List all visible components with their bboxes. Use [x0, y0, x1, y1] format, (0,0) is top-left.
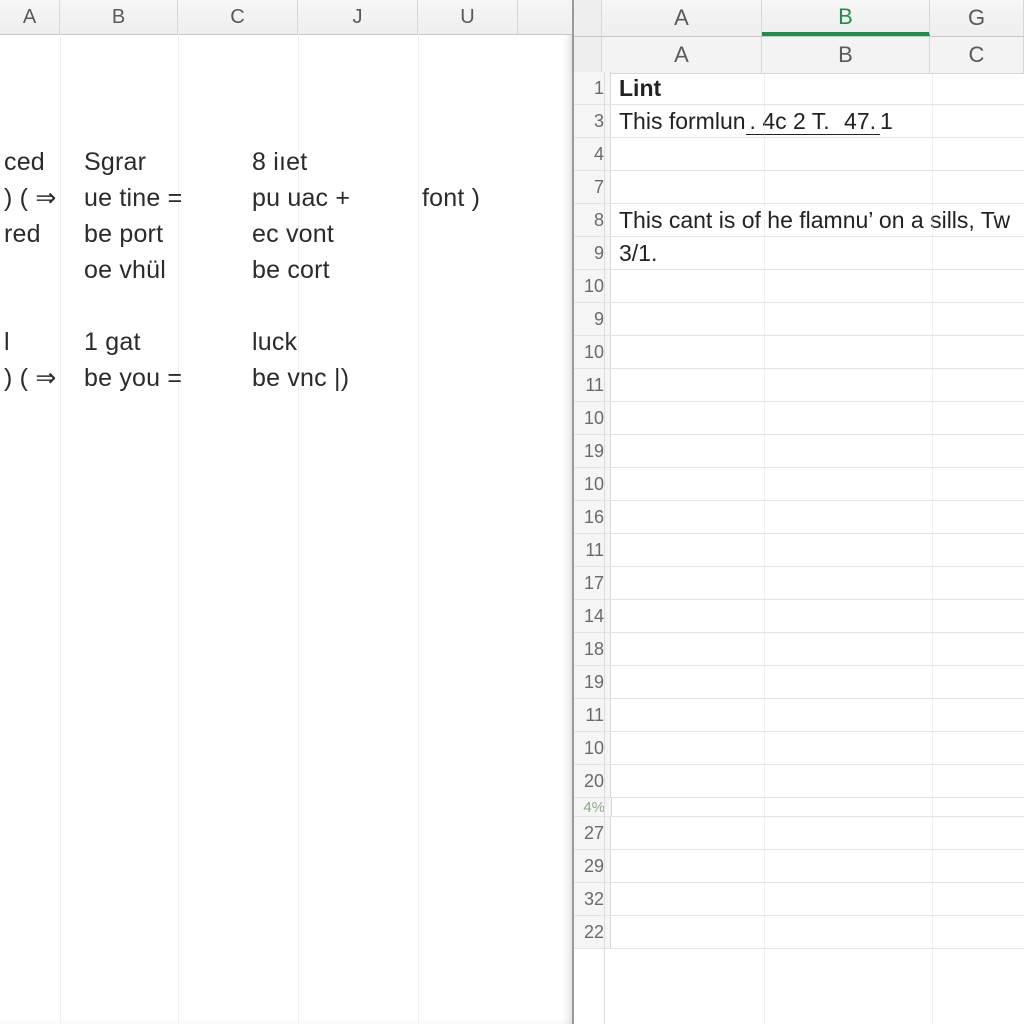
row-header[interactable]: 11 [574, 534, 611, 566]
table-row: 10 [574, 336, 1024, 369]
col-header-a[interactable]: A [0, 0, 60, 34]
row-header[interactable]: 9 [574, 237, 611, 269]
cell[interactable]: 3/1. [611, 240, 657, 267]
col-header-b-top[interactable]: B [762, 0, 930, 36]
cell[interactable]: Lint [611, 75, 661, 102]
select-all-corner-2[interactable] [574, 37, 602, 73]
row-header[interactable]: 9 [574, 303, 611, 335]
table-row: 10 [574, 468, 1024, 501]
table-row: 3 This formlun. 4c 2 T. 47.1 [574, 105, 1024, 138]
row-header[interactable]: 19 [574, 666, 611, 698]
underlined-segment: 47. [834, 108, 880, 135]
row-header[interactable]: 4% [574, 798, 612, 816]
table-row: 29 [574, 850, 1024, 883]
row-header[interactable]: 11 [574, 369, 611, 401]
col-header-j[interactable]: J [298, 0, 418, 34]
right-worksheet-pane[interactable]: A B G A B C 1 Lint 3 [574, 0, 1024, 1024]
cell[interactable]: This cant is of he flamnu’ on a sills, T… [611, 207, 1010, 234]
table-row: 9 [574, 303, 1024, 336]
table-row: 10 [574, 732, 1024, 765]
table-row: 10 [574, 402, 1024, 435]
table-row: 27 [574, 817, 1024, 850]
row-header[interactable]: 1 [574, 72, 611, 104]
right-column-header-bar-top[interactable]: A B G [574, 0, 1024, 37]
col-header-a-top[interactable]: A [602, 0, 762, 36]
row-header[interactable]: 10 [574, 402, 611, 434]
table-row: 19 [574, 435, 1024, 468]
table-row: 20 [574, 765, 1024, 798]
table-row: 7 [574, 171, 1024, 204]
table-row: l1 gatluck [0, 324, 572, 360]
table-row: 11 [574, 369, 1024, 402]
split-spreadsheet-view: A B C J U cedSgrar8 iıet ) ( ⇒ue tine =p… [0, 0, 1024, 1024]
table-row: ) ( ⇒be you =be vnc |) [0, 360, 572, 396]
cell[interactable]: This formlun. 4c 2 T. 47.1 [611, 108, 893, 135]
table-row: 32 [574, 883, 1024, 916]
table-row: oe vhülbe cort [0, 252, 572, 288]
row-header[interactable]: 3 [574, 105, 611, 137]
row-header[interactable]: 19 [574, 435, 611, 467]
row-header[interactable]: 32 [574, 883, 611, 915]
table-row: 14 [574, 600, 1024, 633]
right-grid-area[interactable]: 1 Lint 3 This formlun. 4c 2 T. 47.1 4 7 … [574, 72, 1024, 1024]
col-header-g-top[interactable]: G [930, 0, 1024, 36]
table-row: 16 [574, 501, 1024, 534]
underlined-segment: . 4c 2 T. [746, 108, 834, 135]
table-row: 18 [574, 633, 1024, 666]
table-row: 17 [574, 567, 1024, 600]
row-header[interactable]: 18 [574, 633, 611, 665]
table-row: ) ( ⇒ue tine =pu uac +font ) [0, 180, 572, 216]
table-row: 11 [574, 534, 1024, 567]
row-header[interactable]: 29 [574, 850, 611, 882]
row-header[interactable]: 4 [574, 138, 611, 170]
row-header[interactable]: 11 [574, 699, 611, 731]
row-header[interactable]: 10 [574, 468, 611, 500]
row-header[interactable]: 20 [574, 765, 611, 797]
table-row: 19 [574, 666, 1024, 699]
table-row: cedSgrar8 iıet [0, 144, 572, 180]
row-header[interactable]: 10 [574, 270, 611, 302]
table-row: 10 [574, 270, 1024, 303]
col-header-b-sub[interactable]: B [762, 37, 930, 73]
left-worksheet-pane[interactable]: A B C J U cedSgrar8 iıet ) ( ⇒ue tine =p… [0, 0, 574, 1024]
right-column-header-bar-sub[interactable]: A B C [574, 37, 1024, 74]
col-header-c[interactable]: C [178, 0, 298, 34]
col-header-u[interactable]: U [418, 0, 518, 34]
table-row: 11 [574, 699, 1024, 732]
col-header-b[interactable]: B [60, 0, 178, 34]
table-row: 9 3/1. [574, 237, 1024, 270]
row-header[interactable]: 10 [574, 732, 611, 764]
table-row: redbe portec vont [0, 216, 572, 252]
table-row: 4 [574, 138, 1024, 171]
col-header-a-sub[interactable]: A [602, 37, 762, 73]
table-row: 1 Lint [574, 72, 1024, 105]
table-row: 4% [574, 798, 1024, 817]
table-row: 22 [574, 916, 1024, 949]
table-row: 8 This cant is of he flamnu’ on a sills,… [574, 204, 1024, 237]
row-header[interactable]: 27 [574, 817, 611, 849]
row-header[interactable]: 22 [574, 916, 611, 948]
row-header[interactable]: 10 [574, 336, 611, 368]
row-header[interactable]: 14 [574, 600, 611, 632]
row-header[interactable]: 16 [574, 501, 611, 533]
left-column-header-bar[interactable]: A B C J U [0, 0, 572, 35]
col-header-c-sub[interactable]: C [930, 37, 1024, 73]
row-header[interactable]: 8 [574, 204, 611, 236]
row-header[interactable]: 7 [574, 171, 611, 203]
left-cell-content: cedSgrar8 iıet ) ( ⇒ue tine =pu uac +fon… [0, 144, 572, 396]
row-header[interactable]: 17 [574, 567, 611, 599]
left-grid-area[interactable]: cedSgrar8 iıet ) ( ⇒ue tine =pu uac +fon… [0, 34, 572, 1024]
select-all-corner[interactable] [574, 0, 602, 36]
